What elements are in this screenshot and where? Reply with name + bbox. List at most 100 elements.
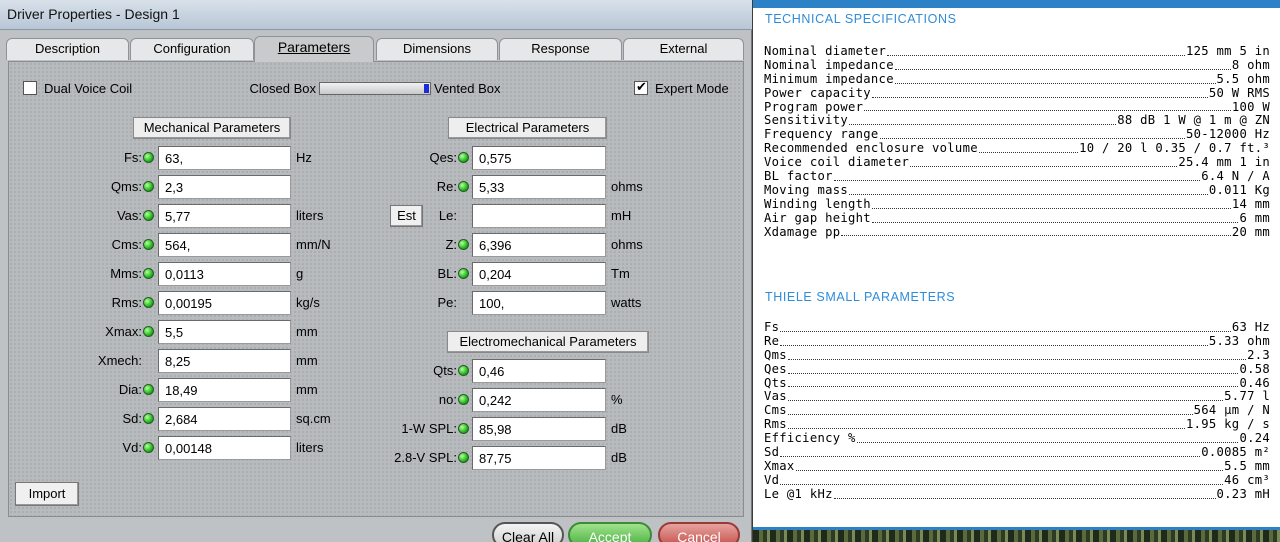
no-unit: % (611, 392, 623, 407)
spec-key: Voice coil diameter (764, 155, 910, 170)
vas-input[interactable] (158, 204, 291, 228)
qes-input[interactable] (472, 146, 606, 170)
title-bar[interactable]: Driver Properties - Design 1 (0, 0, 752, 30)
accept-button[interactable]: Accept (568, 522, 652, 542)
vd-input[interactable] (158, 436, 291, 460)
spec-row: Air gap height 6 mm (764, 211, 1270, 226)
tab-external[interactable]: External (623, 38, 744, 60)
expert-mode-checkbox[interactable] (634, 79, 648, 95)
slider-thumb[interactable] (424, 84, 429, 93)
le-input[interactable] (472, 204, 606, 228)
cancel-button[interactable]: Cancel (658, 522, 740, 542)
spec-key: Xdamage pp (764, 224, 841, 239)
sd-unit: sq.cm (296, 411, 331, 426)
dia-input[interactable] (158, 378, 291, 402)
xmax-input[interactable] (158, 320, 291, 344)
dot-leader (787, 386, 1239, 388)
tab-label: Description (34, 41, 101, 56)
cms-unit: mm/N (296, 237, 331, 252)
mms-unit: g (296, 266, 304, 281)
pe-input[interactable] (472, 291, 606, 315)
dot-leader (833, 497, 1216, 499)
dot-leader (780, 344, 1208, 346)
cms-input[interactable] (158, 233, 291, 257)
box-type-slider[interactable] (319, 82, 431, 95)
qes-label: Qes: (429, 150, 457, 165)
dia-unit: mm (296, 382, 318, 397)
dot-leader (879, 138, 1185, 140)
z-label: Z: (445, 237, 457, 252)
spec-key: Le @1 kHz (764, 486, 833, 501)
re-unit: ohms (611, 179, 643, 194)
spec-key: Vas (764, 389, 787, 404)
technical-specifications-heading: TECHNICAL SPECIFICATIONS (765, 12, 957, 26)
tab-description[interactable]: Description (6, 38, 129, 60)
estimate-button[interactable]: Est (390, 205, 423, 227)
sd-status-led (143, 413, 154, 424)
clear-all-button[interactable]: Clear All (492, 522, 564, 542)
no-status-led (458, 394, 469, 405)
dot-leader (849, 193, 1208, 195)
tab-dimensions[interactable]: Dimensions (376, 38, 498, 60)
expert-mode-label: Expert Mode (655, 81, 729, 96)
sd-input[interactable] (158, 407, 291, 431)
spec-row: Nominal diameter 125 mm 5 in (764, 44, 1270, 59)
dot-leader (787, 428, 1185, 430)
tab-configuration[interactable]: Configuration (130, 38, 254, 60)
tab-parameters[interactable]: Parameters (254, 36, 374, 62)
xmech-input[interactable] (158, 349, 291, 373)
spec-value: 0.011 Kg (1208, 182, 1270, 197)
import-button[interactable]: Import (15, 482, 79, 506)
bl-status-led (458, 268, 469, 279)
xmax-unit: mm (296, 324, 318, 339)
dot-leader (780, 483, 1224, 485)
vas-unit: liters (296, 208, 324, 223)
qms-input[interactable] (158, 175, 291, 199)
dot-leader (894, 68, 1231, 70)
spec-value: 8 ohm (1231, 57, 1270, 72)
re-input[interactable] (472, 175, 606, 199)
mms-label: Mms: (110, 266, 142, 281)
mms-input[interactable] (158, 262, 291, 286)
qts-input[interactable] (472, 359, 606, 383)
rms-input[interactable] (158, 291, 291, 315)
spec-key: Recommended enclosure volume (764, 141, 978, 156)
spec-key: Sensitivity (764, 113, 849, 128)
dot-leader (795, 469, 1224, 471)
1-w-spl-input[interactable] (472, 417, 606, 441)
xmech-label: Xmech: (97, 353, 142, 368)
spec-row: Program power 100 W (764, 99, 1270, 115)
spec-sheet-page: TECHNICAL SPECIFICATIONS Nominal diamete… (753, 0, 1280, 530)
pe-label: Pe: (437, 295, 457, 310)
fs-status-led (143, 152, 154, 163)
spec-row: Vd 46 cm³ (764, 473, 1270, 488)
no-input[interactable] (472, 388, 606, 412)
mms-status-led (143, 268, 154, 279)
2-8-v-spl-unit: dB (611, 450, 627, 465)
re-label: Re: (436, 179, 457, 194)
spec-value: 50 W RMS (1208, 85, 1270, 100)
spec-row: Minimum impedance 5.5 ohm (764, 72, 1270, 87)
spec-header-bar (753, 0, 1280, 8)
dot-leader (894, 82, 1216, 84)
bl-input[interactable] (472, 262, 606, 286)
tab-response[interactable]: Response (499, 38, 622, 60)
z-status-led (458, 239, 469, 250)
2-8-v-spl-input[interactable] (472, 446, 606, 470)
bl-unit: Tm (611, 266, 630, 281)
1-w-spl-label: 1-W SPL: (401, 421, 457, 436)
driver-properties-dialog: Driver Properties - Design 1 Description… (0, 0, 752, 542)
dot-leader (856, 442, 1239, 444)
spec-row: Efficiency % 0.24 (764, 431, 1270, 446)
spec-value: 0.46 (1239, 375, 1270, 390)
spec-row: Sd 0.0085 m² (764, 445, 1270, 460)
spec-value: 5.77 l (1224, 389, 1270, 404)
spec-value: 0.58 (1239, 361, 1270, 376)
z-input[interactable] (472, 233, 606, 257)
xmech-unit: mm (296, 353, 318, 368)
dual-voice-coil-checkbox[interactable] (23, 81, 37, 95)
spec-key: Winding length (764, 196, 871, 211)
fs-input[interactable] (158, 146, 291, 170)
qts-label: Qts: (433, 363, 457, 378)
spec-value: 100 W (1231, 99, 1270, 114)
